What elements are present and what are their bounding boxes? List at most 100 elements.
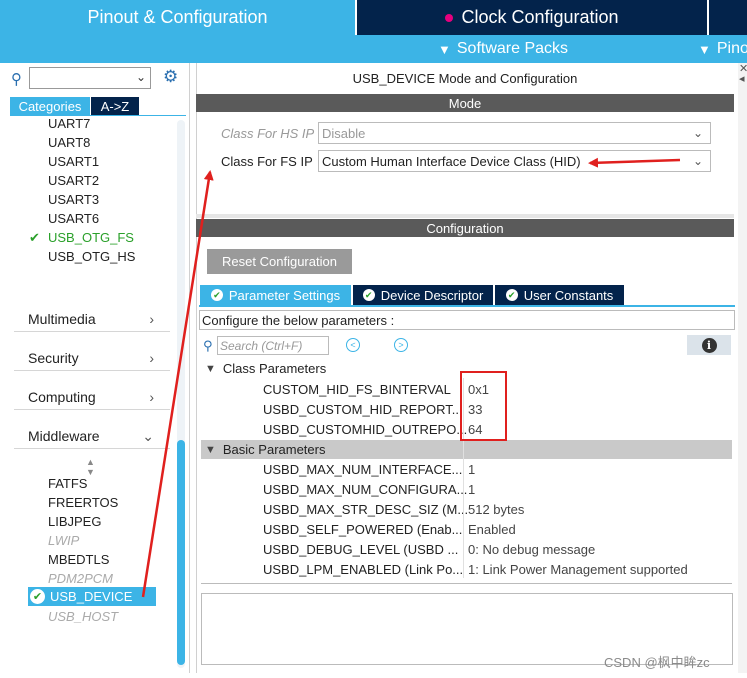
- list-item-usb-otg-fs[interactable]: USB_OTG_FS: [48, 230, 134, 245]
- param-value[interactable]: Enabled: [468, 522, 516, 537]
- param-name[interactable]: USBD_MAX_STR_DESC_SIZ (M...: [263, 502, 468, 517]
- divider: [196, 214, 734, 218]
- mode-header-label: Mode: [448, 95, 482, 111]
- sidebar-scrollbar-thumb[interactable]: [177, 440, 185, 665]
- configure-hint: Configure the below parameters :: [199, 310, 735, 330]
- param-name[interactable]: USBD_LPM_ENABLED (Link Po...: [263, 562, 463, 577]
- hs-ip-value: Disable: [322, 125, 366, 141]
- divider: [14, 370, 170, 371]
- param-name[interactable]: USBD_DEBUG_LEVEL (USBD ...: [263, 542, 458, 557]
- parameter-search-input[interactable]: Search (Ctrl+F): [217, 336, 329, 355]
- next-match-button[interactable]: >: [394, 338, 408, 352]
- category-computing[interactable]: Computing ›: [28, 389, 168, 405]
- chevron-down-icon: ⌄: [692, 154, 703, 168]
- software-packs-menu[interactable]: ▼ Software Packs: [438, 35, 568, 63]
- list-item-usart2[interactable]: USART2: [48, 173, 99, 188]
- fs-ip-value: Custom Human Interface Device Class (HID…: [322, 153, 581, 169]
- fs-ip-select[interactable]: Custom Human Interface Device Class (HID…: [318, 150, 711, 172]
- gear-icon[interactable]: ⚙: [163, 67, 178, 87]
- chevron-down-icon: ▼: [205, 443, 216, 456]
- category-multimedia[interactable]: Multimedia ›: [28, 311, 168, 327]
- list-item-uart7[interactable]: UART7: [48, 116, 90, 131]
- list-item-usart1[interactable]: USART1: [48, 154, 99, 169]
- reset-configuration-button[interactable]: Reset Configuration: [207, 249, 352, 274]
- list-item-mbedtls[interactable]: MBEDTLS: [48, 552, 109, 567]
- status-dot-icon: [445, 13, 454, 22]
- reset-configuration-label: Reset Configuration: [222, 254, 337, 269]
- chevron-left-icon: <: [350, 340, 356, 350]
- list-item-lwip[interactable]: LWIP: [48, 533, 79, 548]
- tab-categories[interactable]: Categories: [10, 97, 90, 115]
- tab-overflow[interactable]: [709, 0, 747, 35]
- list-item-label: USB_DEVICE: [50, 589, 133, 604]
- list-item-usb-device[interactable]: ✔ USB_DEVICE: [28, 587, 156, 606]
- divider: [201, 583, 732, 584]
- param-value[interactable]: 1: [468, 462, 475, 477]
- category-label: Multimedia: [28, 311, 96, 327]
- param-name[interactable]: USBD_CUSTOM_HID_REPORT...: [263, 402, 463, 417]
- param-value[interactable]: 0: No debug message: [468, 542, 595, 557]
- check-circle-icon: ✔: [505, 289, 518, 301]
- chevron-down-icon: ▼: [698, 41, 711, 57]
- group-label: Basic Parameters: [222, 442, 326, 457]
- search-icon: ⚲: [11, 71, 22, 88]
- list-item-usb-otg-hs[interactable]: USB_OTG_HS: [48, 249, 135, 264]
- hs-ip-select[interactable]: Disable ⌄: [318, 122, 711, 144]
- tab-a-z[interactable]: A->Z: [91, 97, 139, 115]
- list-item-usart6[interactable]: USART6: [48, 211, 99, 226]
- component-search-input[interactable]: ⌄: [29, 67, 151, 89]
- tab-parameter-settings[interactable]: ✔ Parameter Settings: [200, 285, 351, 305]
- chevron-right-icon: ›: [149, 389, 154, 405]
- main-scrollbar[interactable]: [738, 63, 747, 673]
- param-name[interactable]: CUSTOM_HID_FS_BINTERVAL: [263, 382, 451, 397]
- param-value[interactable]: 1: [468, 482, 475, 497]
- param-name[interactable]: USBD_MAX_NUM_INTERFACE...: [263, 462, 462, 477]
- check-circle-icon: ✔: [30, 589, 45, 604]
- param-name[interactable]: USBD_CUSTOMHID_OUTREPO...: [263, 422, 467, 437]
- param-name[interactable]: USBD_MAX_NUM_CONFIGURA...: [263, 482, 467, 497]
- tab-a-z-label: A->Z: [100, 98, 130, 114]
- tab-label: Device Descriptor: [380, 287, 484, 303]
- param-name[interactable]: USBD_SELF_POWERED (Enab...: [263, 522, 462, 537]
- fs-ip-label: Class For FS IP: [221, 154, 313, 169]
- basic-parameters-group[interactable]: ▼ Basic Parameters: [201, 440, 732, 459]
- divider: [14, 448, 170, 449]
- tab-user-constants[interactable]: ✔ User Constants: [495, 285, 624, 305]
- panel-title: USB_DEVICE Mode and Configuration: [196, 63, 734, 93]
- list-item-libjpeg[interactable]: LIBJPEG: [48, 514, 101, 529]
- info-button[interactable]: i: [687, 335, 731, 355]
- hs-ip-label: Class For HS IP: [221, 126, 315, 141]
- category-middleware[interactable]: Middleware ⌄: [28, 428, 168, 444]
- list-item-fatfs[interactable]: FATFS: [48, 476, 87, 491]
- list-item-uart8[interactable]: UART8: [48, 135, 90, 150]
- pinout-menu[interactable]: ▼ Pino: [698, 35, 747, 63]
- software-packs-label: Software Packs: [456, 40, 569, 57]
- highlight-box: [460, 371, 507, 441]
- chevron-down-icon: ⌄: [692, 126, 703, 140]
- previous-match-button[interactable]: <: [346, 338, 360, 352]
- check-circle-icon: ✔: [210, 289, 223, 301]
- category-security[interactable]: Security ›: [28, 350, 168, 366]
- tab-pinout-label: Pinout & Configuration: [87, 7, 268, 27]
- configure-hint-text: Configure the below parameters :: [202, 312, 395, 328]
- list-item-usb-host[interactable]: USB_HOST: [48, 609, 118, 624]
- search-icon: ⚲: [203, 338, 213, 353]
- parameter-search-placeholder: Search (Ctrl+F): [220, 338, 303, 353]
- check-circle-icon: ✔: [362, 289, 375, 301]
- tab-pinout-configuration[interactable]: Pinout & Configuration: [0, 0, 355, 35]
- group-label: Class Parameters: [222, 361, 327, 376]
- check-icon: ✔: [29, 230, 40, 245]
- configuration-header: Configuration: [196, 219, 734, 237]
- list-item-usart3[interactable]: USART3: [48, 192, 99, 207]
- param-value[interactable]: 512 bytes: [468, 502, 524, 517]
- tab-clock-configuration[interactable]: Clock Configuration: [357, 0, 707, 35]
- panel-title-text: USB_DEVICE Mode and Configuration: [352, 70, 578, 86]
- sort-icon[interactable]: ▲ ▼: [86, 457, 95, 477]
- param-value[interactable]: 1: Link Power Management supported: [468, 562, 688, 577]
- collapse-panel-icon[interactable]: ✕ ◂: [739, 64, 747, 85]
- list-item-freertos[interactable]: FREERTOS: [48, 495, 118, 510]
- chevron-down-icon[interactable]: ⌄: [136, 70, 146, 84]
- watermark: CSDN @枫中眸zc: [604, 655, 710, 670]
- list-item-pdm2pcm[interactable]: PDM2PCM: [48, 571, 113, 586]
- tab-device-descriptor[interactable]: ✔ Device Descriptor: [353, 285, 493, 305]
